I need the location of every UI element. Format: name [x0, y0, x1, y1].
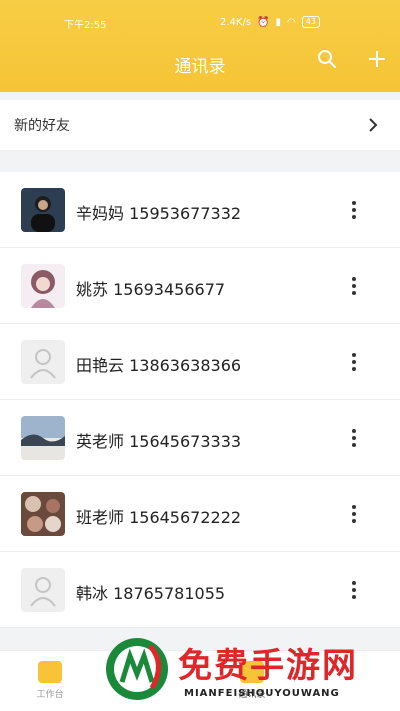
- avatar: [21, 416, 65, 460]
- tab-workbench[interactable]: 工作台: [10, 661, 90, 700]
- alarm-icon: ⏰: [257, 16, 270, 28]
- wifi-icon: ◠: [287, 16, 296, 28]
- avatar: [21, 568, 65, 612]
- more-options-icon[interactable]: [346, 426, 362, 450]
- signal-icon: ▮: [275, 16, 282, 28]
- plus-icon[interactable]: [364, 46, 390, 72]
- more-options-icon[interactable]: [346, 274, 362, 298]
- chevron-right-icon: [369, 118, 378, 132]
- avatar: [21, 188, 65, 232]
- battery-icon: 43: [301, 16, 320, 28]
- contact-list: 辛妈妈 15953677332 姚苏 15693456677 田艳云 13863…: [0, 172, 400, 628]
- more-options-icon[interactable]: [346, 350, 362, 374]
- contact-name: 田艳云 13863638366: [76, 356, 242, 375]
- watermark: 免费手游网 MIANFEISHOUYOUWANG: [104, 632, 400, 711]
- more-options-icon[interactable]: [346, 502, 362, 526]
- contact-name: 姚苏 15693456677: [76, 280, 226, 299]
- app-header: 下午2:55 2.4K/s ⏰ ▮ ◠ 43 通讯录: [0, 0, 400, 92]
- network-speed: 2.4K/s: [220, 16, 252, 28]
- contact-name: 韩冰 18765781055: [76, 584, 226, 603]
- search-icon[interactable]: [314, 46, 340, 72]
- watermark-logo-icon: [106, 638, 168, 700]
- watermark-title: 免费手游网: [178, 646, 358, 686]
- more-options-icon[interactable]: [346, 578, 362, 602]
- page-title: 通讯录: [174, 57, 226, 77]
- status-time: 下午2:55: [64, 20, 107, 31]
- avatar: [21, 264, 65, 308]
- contact-row[interactable]: 姚苏 15693456677: [0, 248, 400, 324]
- contact-name: 班老师 15645672222: [76, 508, 242, 527]
- new-friends-row[interactable]: 新的好友: [0, 100, 400, 150]
- contact-name: 英老师 15645673333: [76, 432, 242, 451]
- watermark-subtitle: MIANFEISHOUYOUWANG: [184, 688, 340, 699]
- contact-row[interactable]: 英老师 15645673333: [0, 400, 400, 476]
- avatar: [21, 340, 65, 384]
- more-options-icon[interactable]: [346, 198, 362, 222]
- contact-row[interactable]: 田艳云 13863638366: [0, 324, 400, 400]
- contact-name: 辛妈妈 15953677332: [76, 204, 242, 223]
- avatar: [21, 492, 65, 536]
- status-bar: 下午2:55 2.4K/s ⏰ ▮ ◠ 43: [0, 10, 400, 34]
- briefcase-icon: [38, 661, 62, 683]
- status-icons: 2.4K/s ⏰ ▮ ◠ 43: [220, 16, 320, 28]
- new-friends-label: 新的好友: [14, 118, 70, 134]
- contact-row[interactable]: 班老师 15645672222: [0, 476, 400, 552]
- tab-workbench-label: 工作台: [36, 690, 64, 700]
- contact-row[interactable]: 辛妈妈 15953677332: [0, 172, 400, 248]
- contact-row[interactable]: 韩冰 18765781055: [0, 552, 400, 628]
